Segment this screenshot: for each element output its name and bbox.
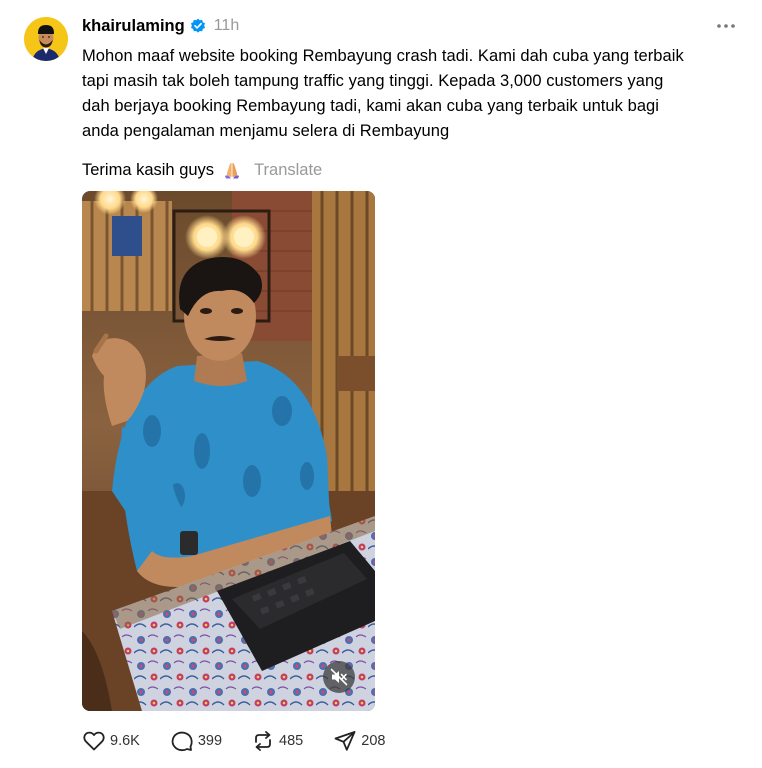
- more-horizontal-icon: [717, 24, 735, 28]
- post-action-bar: 9.6K 399 485 208: [82, 728, 385, 754]
- repost-count: 485: [279, 733, 304, 749]
- username[interactable]: khairulaming: [82, 17, 185, 36]
- avatar[interactable]: [24, 17, 68, 61]
- folded-hands-icon: [222, 160, 242, 180]
- post-closing-line: Terima kasih guys Translate: [82, 157, 322, 183]
- speaker-muted-icon: [330, 668, 348, 686]
- reply-count: 399: [197, 733, 223, 749]
- reply-button[interactable]: 399: [170, 729, 222, 753]
- thanks-text: Terima kasih guys: [82, 160, 215, 179]
- heart-icon: [82, 729, 106, 753]
- post-body: Mohon maaf website booking Rembayung cra…: [82, 44, 732, 144]
- share-count: 208: [361, 733, 386, 749]
- repost-icon: [251, 729, 275, 753]
- share-button[interactable]: 208: [333, 729, 385, 753]
- verified-badge-icon: [190, 18, 206, 34]
- repost-button[interactable]: 485: [251, 729, 303, 753]
- thread-post: khairulaming 11h Mohon maaf website book…: [0, 0, 762, 768]
- translate-link[interactable]: Translate: [254, 161, 322, 180]
- mute-toggle-button[interactable]: [323, 661, 355, 693]
- post-body-line: dah berjaya booking Rembayung tadi, kami…: [82, 97, 659, 115]
- post-timestamp: 11h: [213, 17, 240, 34]
- post-body-line: Mohon maaf website booking Rembayung cra…: [82, 47, 684, 65]
- video-frame: [82, 191, 375, 711]
- more-options-button[interactable]: [712, 14, 740, 38]
- post-body-line: anda pengalaman menjamu selera di Rembay…: [82, 122, 450, 140]
- like-count: 9.6K: [110, 733, 140, 749]
- like-button[interactable]: 9.6K: [82, 729, 140, 753]
- send-icon: [333, 729, 357, 753]
- post-body-line: tapi masih tak boleh tampung traffic yan…: [82, 72, 664, 90]
- comment-icon: [170, 729, 194, 753]
- post-video[interactable]: [82, 191, 375, 711]
- post-header: khairulaming 11h: [82, 15, 239, 37]
